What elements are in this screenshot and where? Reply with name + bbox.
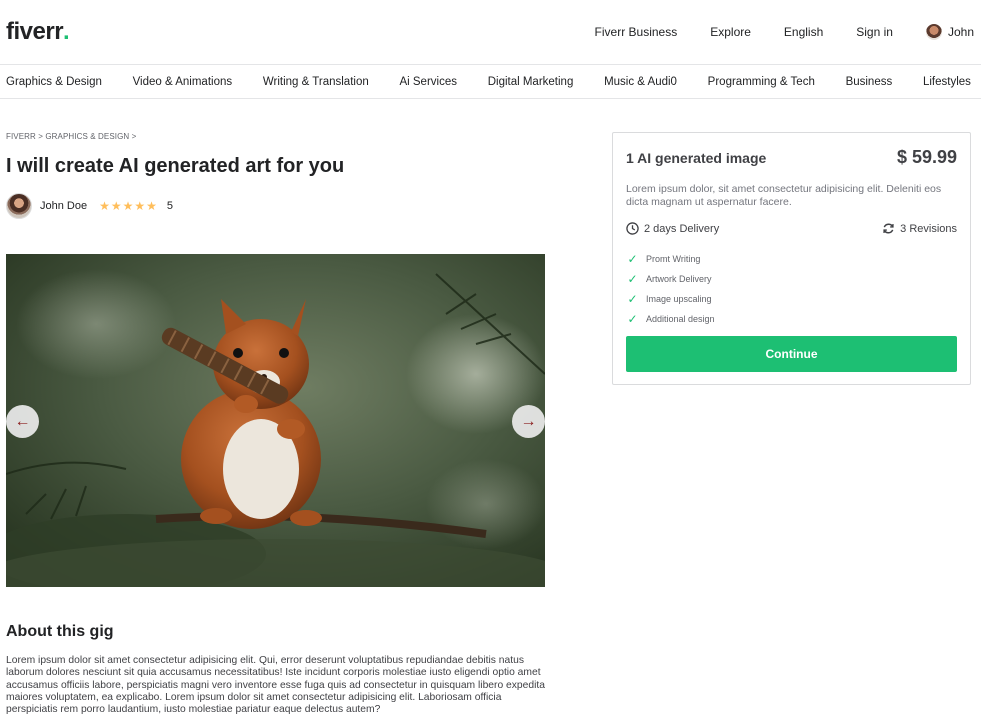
rating-value: 5 [166, 200, 174, 212]
feature-label: Image upscaling [646, 294, 712, 304]
top-nav: Fiverr Business Explore English Sign in … [595, 24, 974, 40]
breadcrumb[interactable]: FIVERR > GRAPHICS & DESIGN > [6, 132, 136, 141]
arrow-right-icon: → [520, 412, 537, 430]
refresh-icon [883, 223, 894, 234]
about-text: Lorem ipsum dolor sit amet consectetur a… [6, 655, 545, 716]
clock-icon [626, 222, 639, 235]
nav-fiverr-business[interactable]: Fiverr Business [595, 25, 678, 39]
category-music-audio[interactable]: Music & Audi0 [604, 76, 677, 88]
package-price: $ 59.99 [896, 147, 957, 167]
check-icon: ✓ [627, 312, 638, 326]
category-programming-tech[interactable]: Programming & Tech [708, 76, 815, 88]
rating-stars: ★ ★ ★ ★ ★ [99, 200, 157, 212]
category-bar: Graphics & Design Video & Animations Wri… [0, 64, 981, 99]
seller-info: John Doe ★ ★ ★ ★ ★ 5 [6, 193, 173, 219]
nav-user-menu[interactable]: John [925, 24, 974, 40]
category-ai-services[interactable]: Ai Services [399, 76, 457, 88]
revisions-text: 3 Revisions [900, 222, 957, 235]
check-icon: ✓ [627, 272, 638, 286]
gig-title: I will create AI generated art for you [6, 155, 345, 177]
squirrel-photo [6, 254, 545, 587]
delivery-text: 2 days Delivery [644, 222, 720, 235]
nav-language[interactable]: English [784, 25, 823, 39]
list-item: ✓ Promt Writing [626, 249, 715, 269]
about-title: About this gig [6, 623, 114, 640]
category-video-animations[interactable]: Video & Animations [133, 76, 233, 88]
feature-list: ✓ Promt Writing ✓ Artwork Delivery ✓ Image … [626, 249, 715, 329]
feature-label: Promt Writing [646, 254, 701, 264]
package-meta: 2 days Delivery 3 Revisions [626, 222, 957, 235]
delivery-info: 2 days Delivery [626, 222, 719, 235]
category-graphics-design[interactable]: Graphics & Design [6, 76, 102, 88]
star-icon: ★ [99, 199, 110, 213]
gig-page: fiverr. Fiverr Business Explore English … [0, 0, 981, 717]
star-icon: ★ [110, 199, 122, 213]
package-header: 1 AI generated image $ 59.99 [626, 147, 957, 168]
star-icon: ★ [134, 199, 146, 213]
category-writing-translation[interactable]: Writing & Translation [263, 76, 369, 88]
seller-avatar[interactable] [6, 193, 32, 219]
arrow-left-icon: ← [14, 412, 31, 430]
list-item: ✓ Image upscaling [626, 289, 715, 309]
package-card: 1 AI generated image $ 59.99 Lorem ipsum… [612, 132, 971, 385]
seller-name[interactable]: John Doe [40, 200, 87, 212]
package-name: 1 AI generated image [626, 149, 767, 166]
logo-dot: . [63, 18, 70, 45]
check-icon: ✓ [627, 252, 638, 266]
category-digital-marketing[interactable]: Digital Marketing [488, 76, 574, 88]
category-lifestyles[interactable]: Lifestyles [923, 76, 971, 88]
nav-user-name: John [947, 25, 974, 39]
star-icon: ★ [146, 199, 157, 213]
revisions-info: 3 Revisions [882, 222, 957, 235]
top-header: fiverr. Fiverr Business Explore English … [0, 0, 981, 64]
nav-explore[interactable]: Explore [710, 25, 751, 39]
nav-sign-in[interactable]: Sign in [856, 25, 893, 39]
check-icon: ✓ [627, 292, 638, 306]
category-business[interactable]: Business [846, 76, 893, 88]
list-item: ✓ Additional design [626, 309, 715, 329]
feature-label: Additional design [646, 314, 715, 324]
feature-label: Artwork Delivery [646, 274, 712, 284]
gig-gallery: ← → [6, 254, 545, 587]
gallery-next-button[interactable]: → [512, 405, 545, 438]
user-avatar [925, 24, 942, 40]
package-description: Lorem ipsum dolor, sit amet consectetur … [626, 183, 942, 208]
continue-button[interactable]: Continue [626, 336, 957, 372]
gallery-prev-button[interactable]: ← [6, 405, 39, 438]
logo-text: fiverr [6, 18, 64, 45]
star-icon: ★ [122, 199, 134, 213]
list-item: ✓ Artwork Delivery [626, 269, 715, 289]
fiverr-logo[interactable]: fiverr. [6, 18, 70, 46]
